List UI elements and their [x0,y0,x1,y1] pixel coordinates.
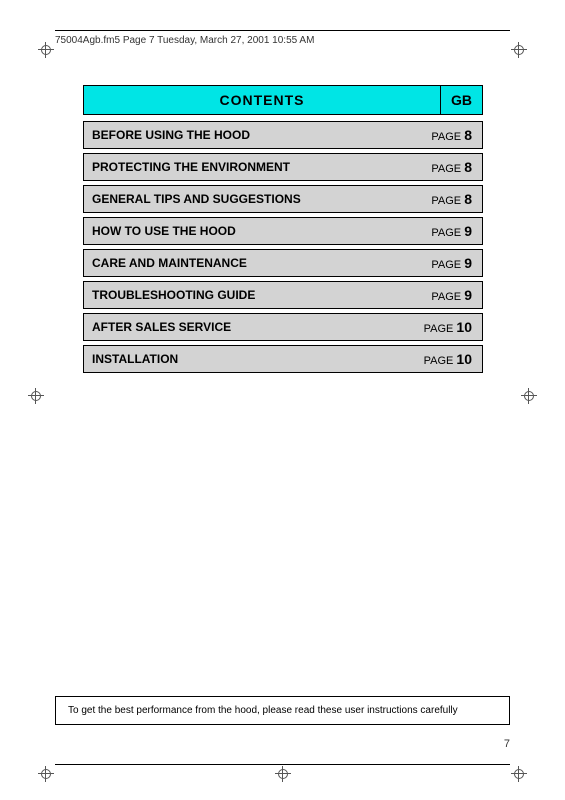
toc-rows: BEFORE USING THE HOOD PAGE 8 PROTECTING … [83,121,483,373]
file-info: 75004Agb.fm5 Page 7 Tuesday, March 27, 2… [55,35,314,46]
page-label: PAGE [431,227,464,239]
page-label: PAGE [431,195,464,207]
toc-row: HOW TO USE THE HOOD PAGE 9 [83,217,483,245]
page-num: 8 [464,127,472,143]
toc-row: INSTALLATION PAGE 10 [83,345,483,373]
gb-badge: GB [440,85,483,115]
page-label: PAGE [431,259,464,271]
crosshair-bottom-right [511,766,527,782]
toc-row-title: CARE AND MAINTENANCE [84,251,421,275]
contents-title: CONTENTS [83,85,440,115]
page-label: PAGE [431,163,464,175]
footer-note: To get the best performance from the hoo… [55,696,510,725]
toc-row-page: PAGE 9 [421,282,482,308]
page-label: PAGE [424,355,457,367]
crosshair-top-left [38,42,54,58]
page-num: 9 [464,255,472,271]
toc-row-page: PAGE 10 [414,314,482,340]
page-num: 8 [464,191,472,207]
crosshair-mid-left [28,388,44,404]
toc-row-page: PAGE 10 [414,346,482,372]
page: 75004Agb.fm5 Page 7 Tuesday, March 27, 2… [0,0,565,800]
bottom-bar [55,764,510,765]
page-num: 9 [464,287,472,303]
crosshair-bottom-center [275,766,291,782]
contents-table: CONTENTS GB BEFORE USING THE HOOD PAGE 8… [83,85,483,377]
toc-row-title: AFTER SALES SERVICE [84,315,414,339]
crosshair-top-right [511,42,527,58]
toc-row-title: TROUBLESHOOTING GUIDE [84,283,421,307]
crosshair-bottom-left [38,766,54,782]
toc-row-page: PAGE 8 [421,186,482,212]
page-label: PAGE [431,131,464,143]
toc-row-page: PAGE 9 [421,218,482,244]
toc-row-title: INSTALLATION [84,347,414,371]
toc-row: PROTECTING THE ENVIRONMENT PAGE 8 [83,153,483,181]
toc-row: AFTER SALES SERVICE PAGE 10 [83,313,483,341]
page-num: 10 [456,319,472,335]
toc-row-page: PAGE 8 [421,154,482,180]
page-label: PAGE [431,291,464,303]
page-number: 7 [504,738,510,750]
toc-row-page: PAGE 8 [421,122,482,148]
toc-row: TROUBLESHOOTING GUIDE PAGE 9 [83,281,483,309]
footer-note-text: To get the best performance from the hoo… [68,705,458,716]
page-num: 8 [464,159,472,175]
toc-row: GENERAL TIPS AND SUGGESTIONS PAGE 8 [83,185,483,213]
header-bar: 75004Agb.fm5 Page 7 Tuesday, March 27, 2… [55,30,510,46]
page-num: 9 [464,223,472,239]
toc-row-title: HOW TO USE THE HOOD [84,219,421,243]
toc-row-page: PAGE 9 [421,250,482,276]
toc-row: CARE AND MAINTENANCE PAGE 9 [83,249,483,277]
page-label: PAGE [424,323,457,335]
toc-row-title: BEFORE USING THE HOOD [84,123,421,147]
page-num: 10 [456,351,472,367]
toc-row-title: GENERAL TIPS AND SUGGESTIONS [84,187,421,211]
toc-row: BEFORE USING THE HOOD PAGE 8 [83,121,483,149]
contents-header-row: CONTENTS GB [83,85,483,115]
crosshair-mid-right [521,388,537,404]
toc-row-title: PROTECTING THE ENVIRONMENT [84,155,421,179]
